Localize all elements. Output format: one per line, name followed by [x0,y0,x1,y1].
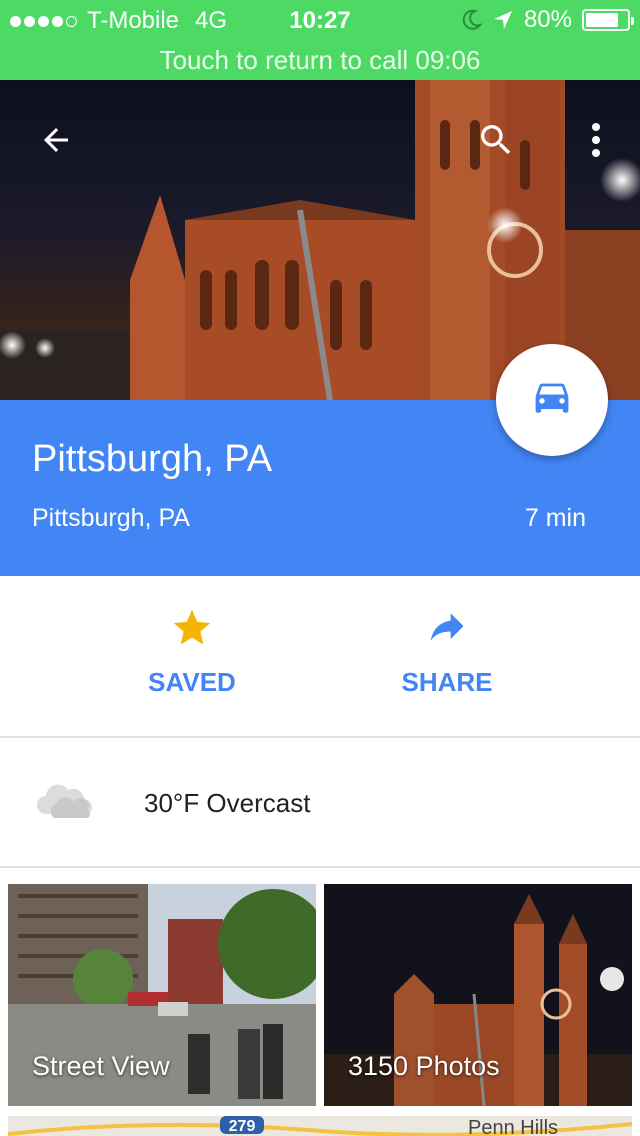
weather-text: 30°F Overcast [144,788,311,818]
search-button[interactable] [466,110,526,170]
star-icon [173,609,211,645]
route-shield-label: 279 [229,1118,256,1135]
directions-button[interactable] [496,344,608,456]
action-bar: SAVED SHARE [0,576,640,738]
map-preview[interactable]: 279 Penn Hills [8,1116,632,1136]
share-arrow-icon [430,613,464,641]
saved-label: SAVED [148,667,236,697]
battery-icon [582,9,634,31]
more-options-button[interactable] [566,110,626,170]
cloud-icon [37,784,93,818]
battery-percent: 80% [523,6,572,33]
share-button[interactable]: SHARE [347,606,547,698]
status-right: 80% [462,6,634,34]
more-vert-icon [592,123,600,157]
car-icon [535,383,569,413]
street-view-label: Street View [32,1051,170,1081]
photos-label: 3150 Photos [348,1051,500,1081]
return-to-call-banner[interactable]: Touch to return to call 09:06 [0,40,640,80]
location-arrow-icon [493,11,512,29]
arrow-back-icon [44,128,68,152]
place-subtitle: Pittsburgh, PA [32,504,190,532]
status-bar: T-Mobile 4G 10:27 80% [0,0,640,40]
share-label: SHARE [401,667,493,697]
back-button[interactable] [26,110,86,170]
photos-tile[interactable]: 3150 Photos [324,884,632,1106]
place-title: Pittsburgh, PA [32,438,273,480]
travel-time: 7 min [524,504,586,532]
moon-icon [462,9,482,30]
street-view-tile[interactable]: Street View [8,884,316,1106]
map-preview-image: 279 Penn Hills [8,1116,632,1136]
saved-button[interactable]: SAVED [92,606,292,698]
map-place-label: Penn Hills [468,1117,558,1136]
search-icon [481,125,511,155]
weather-row: 30°F Overcast [0,738,640,868]
